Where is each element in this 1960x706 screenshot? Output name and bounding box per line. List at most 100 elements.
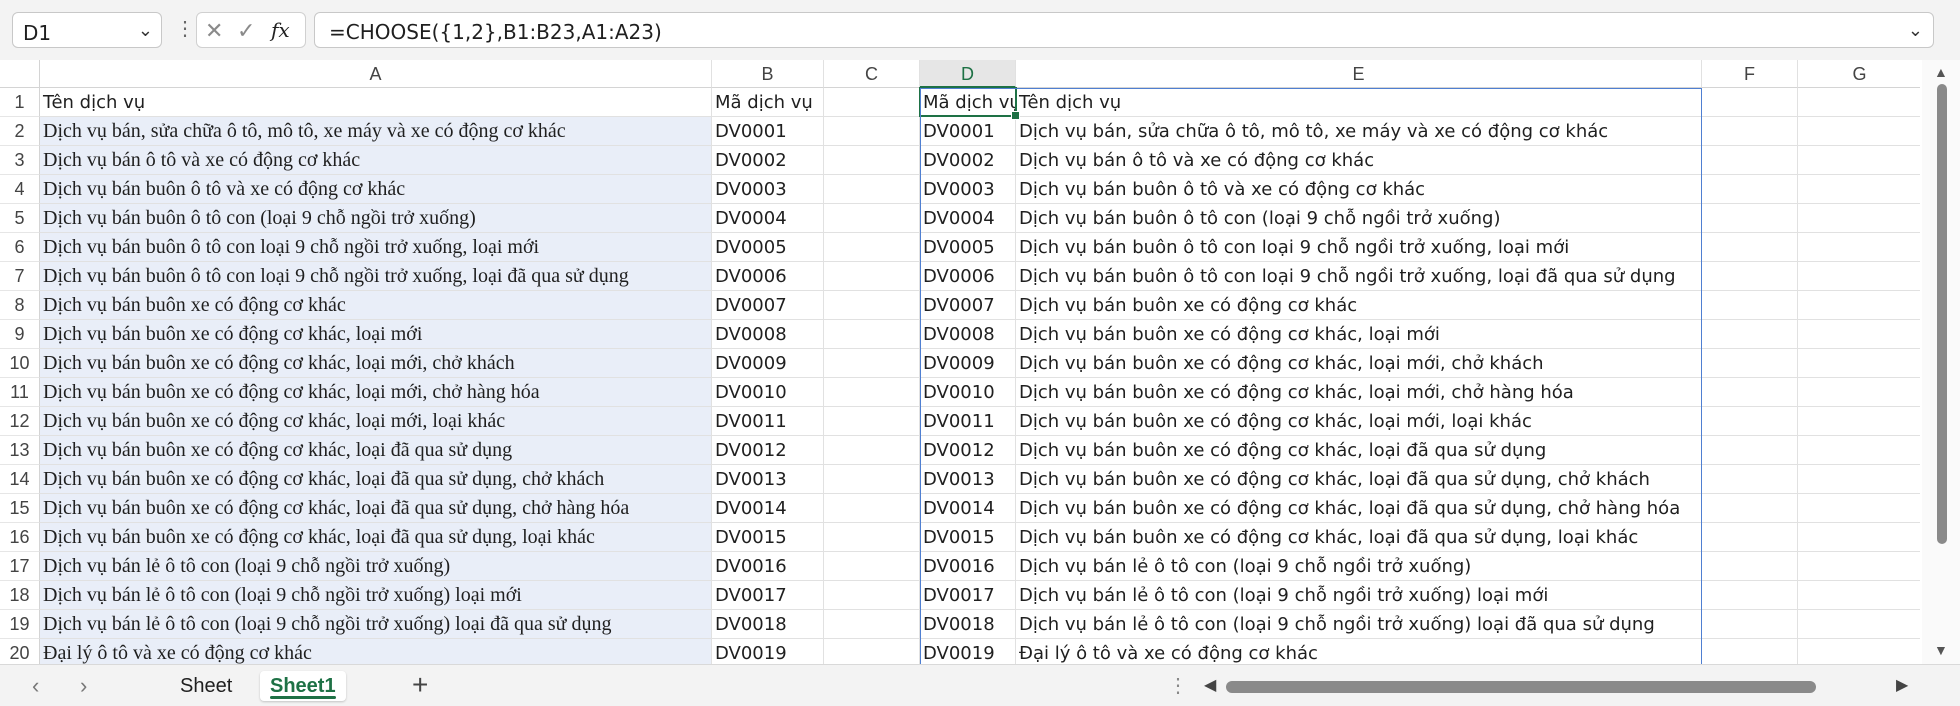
cell-d13[interactable]: DV0012 (920, 436, 1016, 465)
cell-c18[interactable] (824, 581, 920, 610)
row-header[interactable]: 17 (0, 552, 40, 581)
cell-e20[interactable]: Đại lý ô tô và xe có động cơ khác (1016, 639, 1702, 664)
cell-g8[interactable] (1798, 291, 1920, 320)
fill-handle[interactable] (1011, 111, 1020, 120)
cell-d17[interactable]: DV0016 (920, 552, 1016, 581)
cell-a19[interactable]: Dịch vụ bán lẻ ô tô con (loại 9 chỗ ngồi… (40, 610, 712, 639)
cell-f19[interactable] (1702, 610, 1798, 639)
cell-f1[interactable] (1702, 88, 1798, 117)
cell-a16[interactable]: Dịch vụ bán buôn xe có động cơ khác, loạ… (40, 523, 712, 552)
cell-g2[interactable] (1798, 117, 1920, 146)
cell-a11[interactable]: Dịch vụ bán buôn xe có động cơ khác, loạ… (40, 378, 712, 407)
cell-e13[interactable]: Dịch vụ bán buôn xe có động cơ khác, loạ… (1016, 436, 1702, 465)
cell-g19[interactable] (1798, 610, 1920, 639)
cell-e9[interactable]: Dịch vụ bán buôn xe có động cơ khác, loạ… (1016, 320, 1702, 349)
row-header[interactable]: 10 (0, 349, 40, 378)
cell-g16[interactable] (1798, 523, 1920, 552)
cell-f3[interactable] (1702, 146, 1798, 175)
cell-c14[interactable] (824, 465, 920, 494)
tab-splitter-icon[interactable]: ⋮ (1168, 673, 1188, 698)
name-box[interactable]: D1 ⌄ (12, 12, 162, 48)
cell-a6[interactable]: Dịch vụ bán buôn ô tô con loại 9 chỗ ngồ… (40, 233, 712, 262)
cell-d20[interactable]: DV0019 (920, 639, 1016, 664)
cell-c1[interactable] (824, 88, 920, 117)
cell-a18[interactable]: Dịch vụ bán lẻ ô tô con (loại 9 chỗ ngồi… (40, 581, 712, 610)
cell-f6[interactable] (1702, 233, 1798, 262)
column-header-d[interactable]: D (920, 60, 1016, 88)
cell-f15[interactable] (1702, 494, 1798, 523)
row-header[interactable]: 18 (0, 581, 40, 610)
cell-d2[interactable]: DV0001 (920, 117, 1016, 146)
cell-e4[interactable]: Dịch vụ bán buôn ô tô và xe có động cơ k… (1016, 175, 1702, 204)
row-header[interactable]: 19 (0, 610, 40, 639)
cell-a2[interactable]: Dịch vụ bán, sửa chữa ô tô, mô tô, xe má… (40, 117, 712, 146)
cell-a8[interactable]: Dịch vụ bán buôn xe có động cơ khác (40, 291, 712, 320)
cell-f18[interactable] (1702, 581, 1798, 610)
sheet-tab-sheet1[interactable]: Sheet1 (260, 671, 346, 701)
horizontal-scroll-thumb[interactable] (1226, 681, 1816, 693)
cell-b9[interactable]: DV0008 (712, 320, 824, 349)
column-header-e[interactable]: E (1016, 60, 1702, 88)
cell-c10[interactable] (824, 349, 920, 378)
column-header-c[interactable]: C (824, 60, 920, 88)
sheet-tab-sheet[interactable]: Sheet (170, 671, 242, 701)
row-header[interactable]: 11 (0, 378, 40, 407)
cell-b4[interactable]: DV0003 (712, 175, 824, 204)
cell-b20[interactable]: DV0019 (712, 639, 824, 664)
cell-d18[interactable]: DV0017 (920, 581, 1016, 610)
cell-d12[interactable]: DV0011 (920, 407, 1016, 436)
cell-e11[interactable]: Dịch vụ bán buôn xe có động cơ khác, loạ… (1016, 378, 1702, 407)
cell-f11[interactable] (1702, 378, 1798, 407)
cell-b14[interactable]: DV0013 (712, 465, 824, 494)
row-header[interactable]: 5 (0, 204, 40, 233)
cell-g5[interactable] (1798, 204, 1920, 233)
cell-f7[interactable] (1702, 262, 1798, 291)
cell-d16[interactable]: DV0015 (920, 523, 1016, 552)
cell-b8[interactable]: DV0007 (712, 291, 824, 320)
cell-e12[interactable]: Dịch vụ bán buôn xe có động cơ khác, loạ… (1016, 407, 1702, 436)
row-header[interactable]: 6 (0, 233, 40, 262)
cell-g18[interactable] (1798, 581, 1920, 610)
next-sheet-icon[interactable]: › (80, 673, 87, 699)
cell-a9[interactable]: Dịch vụ bán buôn xe có động cơ khác, loạ… (40, 320, 712, 349)
row-header[interactable]: 14 (0, 465, 40, 494)
cell-c6[interactable] (824, 233, 920, 262)
cell-c12[interactable] (824, 407, 920, 436)
cell-g3[interactable] (1798, 146, 1920, 175)
cell-b16[interactable]: DV0015 (712, 523, 824, 552)
chevron-down-icon[interactable]: ⌄ (138, 20, 153, 41)
cell-d10[interactable]: DV0009 (920, 349, 1016, 378)
cell-a20[interactable]: Đại lý ô tô và xe có động cơ khác (40, 639, 712, 664)
scroll-right-icon[interactable]: ▶ (1896, 675, 1908, 695)
cell-f2[interactable] (1702, 117, 1798, 146)
cell-g13[interactable] (1798, 436, 1920, 465)
cell-d8[interactable]: DV0007 (920, 291, 1016, 320)
cell-d4[interactable]: DV0003 (920, 175, 1016, 204)
row-header[interactable]: 13 (0, 436, 40, 465)
vertical-scroll-thumb[interactable] (1937, 84, 1947, 544)
cell-c16[interactable] (824, 523, 920, 552)
cell-b18[interactable]: DV0017 (712, 581, 824, 610)
cell-c9[interactable] (824, 320, 920, 349)
formula-input[interactable]: =CHOOSE({1,2},B1:B23,A1:A23) ⌄ (314, 12, 1934, 48)
cell-f4[interactable] (1702, 175, 1798, 204)
cell-e14[interactable]: Dịch vụ bán buôn xe có động cơ khác, loạ… (1016, 465, 1702, 494)
cell-e1[interactable]: Tên dịch vụ (1016, 88, 1702, 117)
cell-b13[interactable]: DV0012 (712, 436, 824, 465)
cell-c3[interactable] (824, 146, 920, 175)
cell-f17[interactable] (1702, 552, 1798, 581)
cell-c2[interactable] (824, 117, 920, 146)
cell-c7[interactable] (824, 262, 920, 291)
cell-f8[interactable] (1702, 291, 1798, 320)
cell-a7[interactable]: Dịch vụ bán buôn ô tô con loại 9 chỗ ngồ… (40, 262, 712, 291)
cell-g17[interactable] (1798, 552, 1920, 581)
cell-a4[interactable]: Dịch vụ bán buôn ô tô và xe có động cơ k… (40, 175, 712, 204)
cell-f13[interactable] (1702, 436, 1798, 465)
column-header-a[interactable]: A (40, 60, 712, 88)
scroll-up-icon[interactable]: ▲ (1934, 64, 1948, 80)
cell-b1[interactable]: Mã dịch vụ (712, 88, 824, 117)
cell-c4[interactable] (824, 175, 920, 204)
cell-f20[interactable] (1702, 639, 1798, 664)
cell-d7[interactable]: DV0006 (920, 262, 1016, 291)
cell-b5[interactable]: DV0004 (712, 204, 824, 233)
